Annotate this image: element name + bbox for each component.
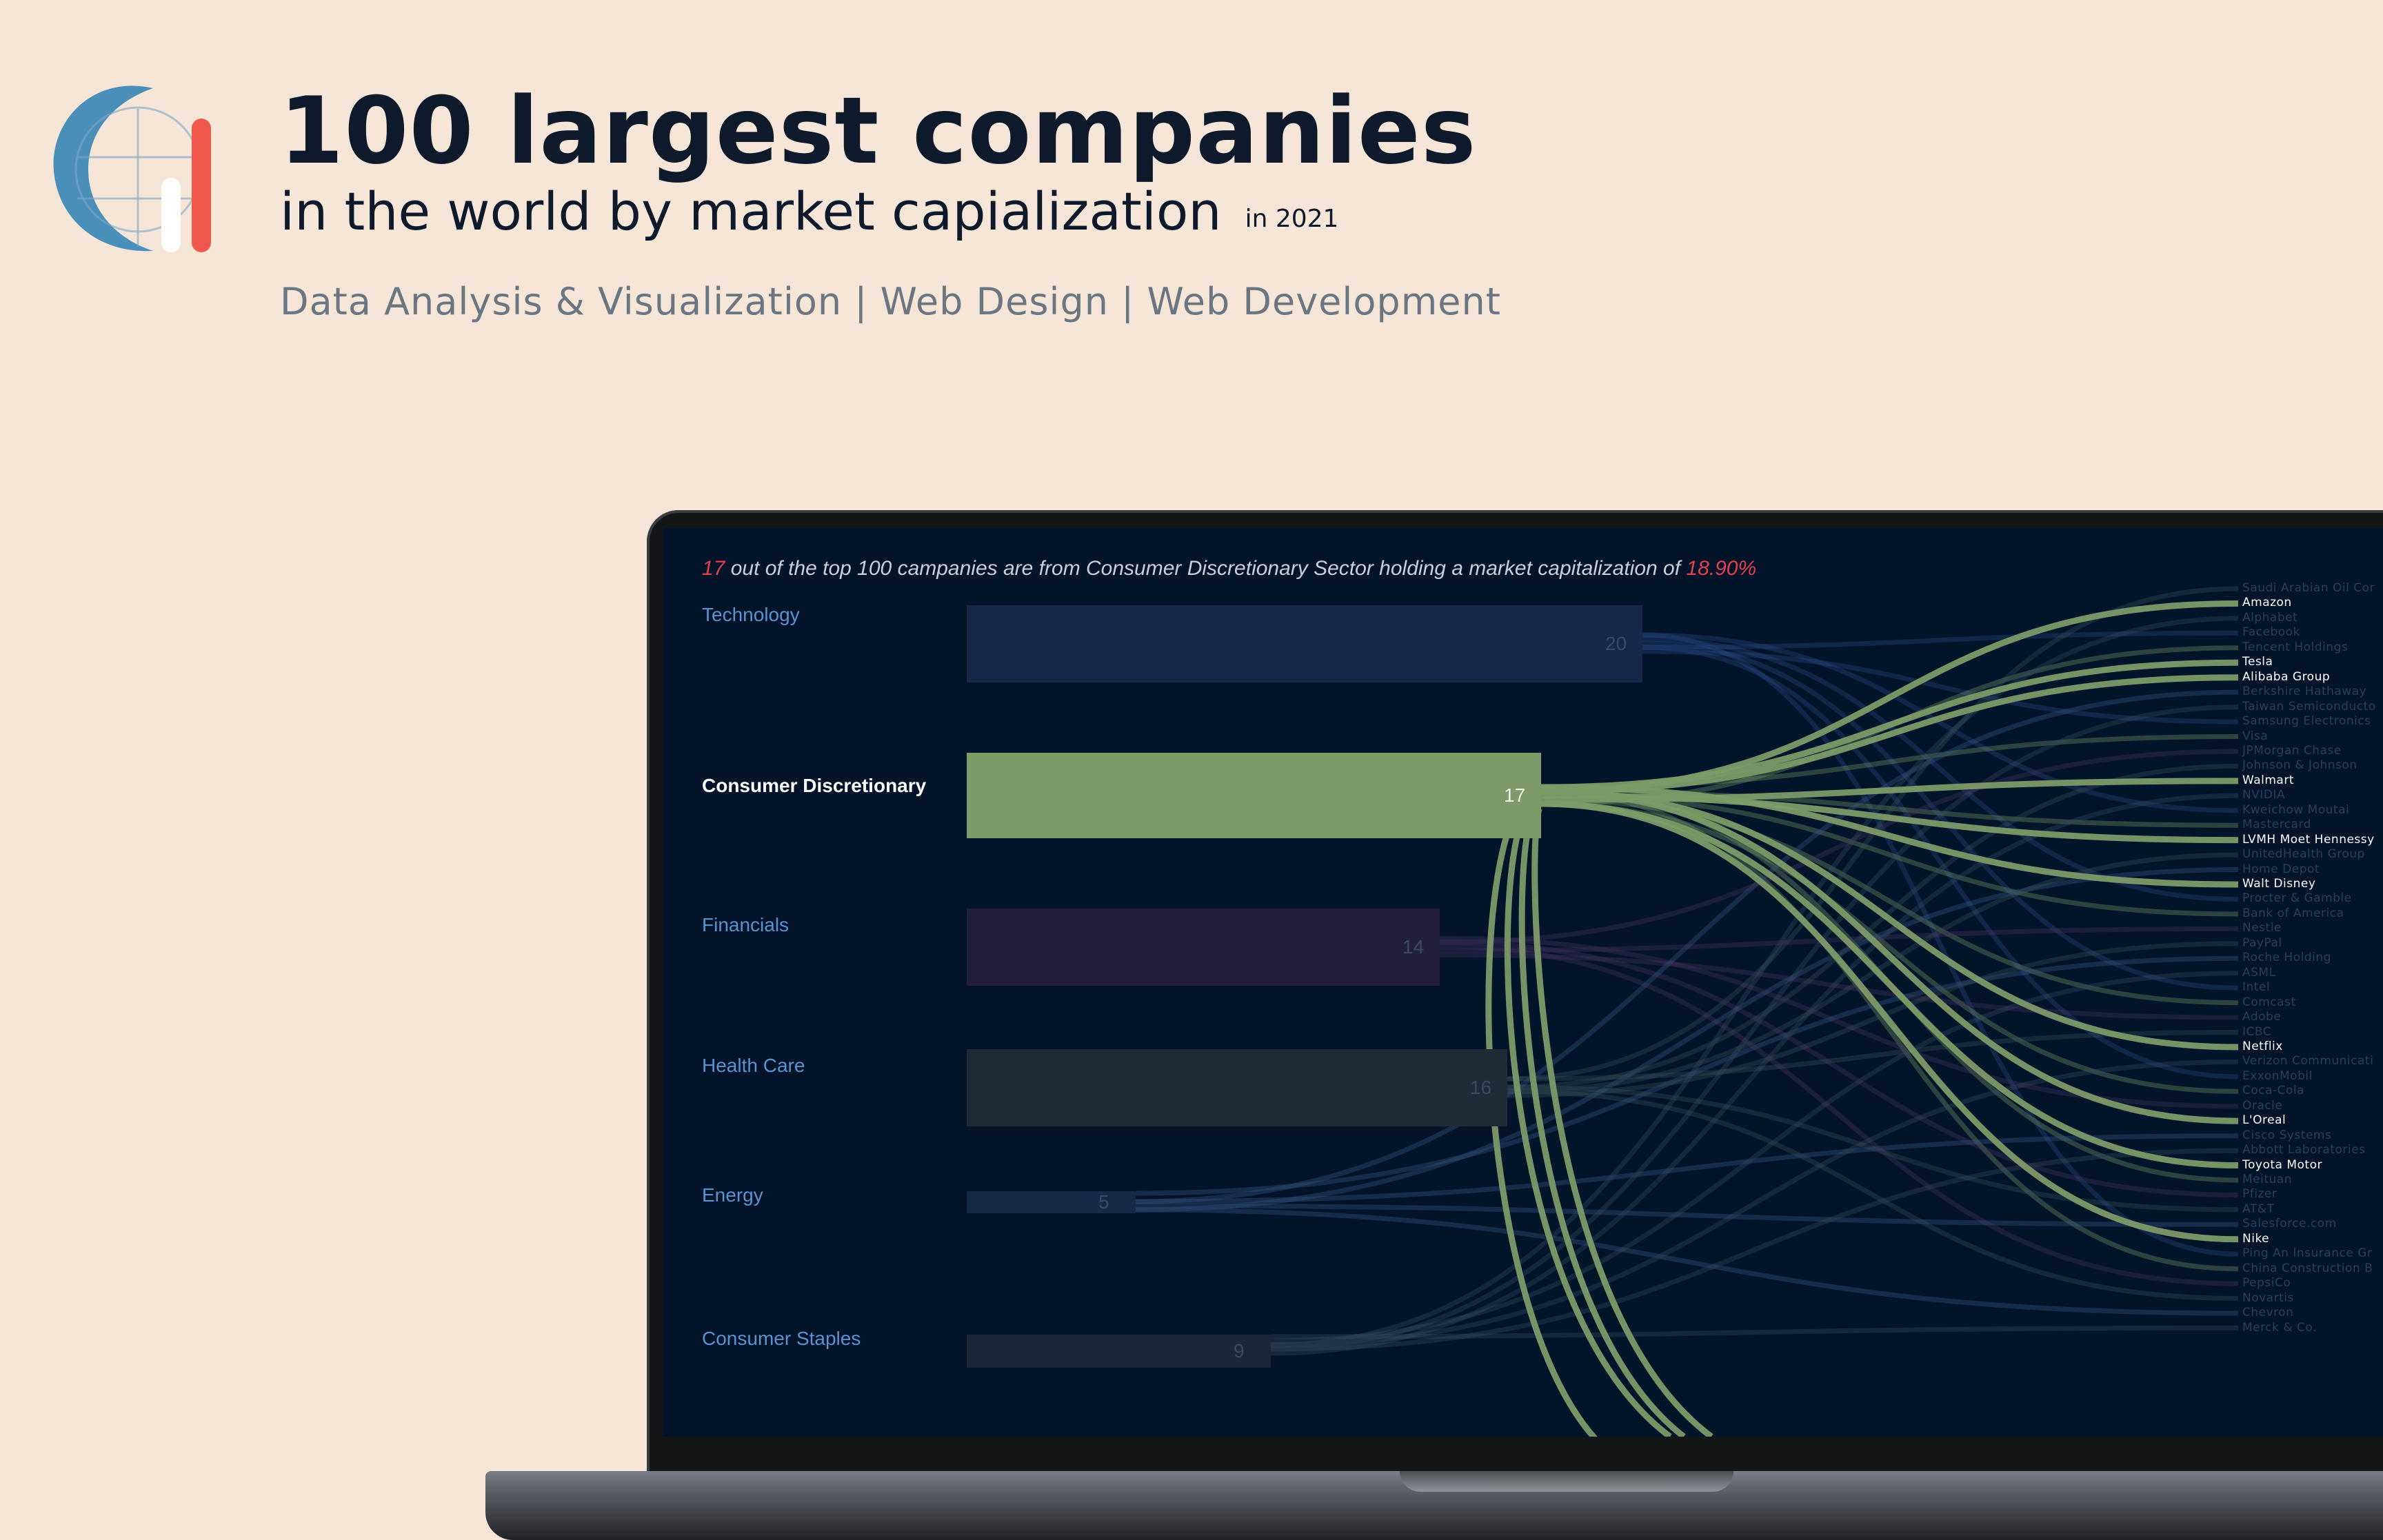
company-label[interactable]: Verizon Communicati [2242,1054,2373,1068]
company-label[interactable]: Saudi Arabian Oil Cor [2242,581,2375,595]
company-label[interactable]: L'Oreal [2242,1113,2286,1127]
company-label[interactable]: Mastercard [2242,818,2311,831]
laptop-notch [1400,1471,1733,1492]
company-label[interactable]: Visa [2242,729,2268,743]
sector-bar[interactable] [967,1335,1271,1368]
company-label[interactable]: Cisco Systems [2242,1128,2331,1142]
subtitle-text: in the world by market capialization [280,181,1222,242]
company-label[interactable]: Samsung Electronics [2242,714,2371,728]
company-label[interactable]: JPMorgan Chase [2242,744,2342,758]
logo-icon [53,85,211,252]
bar-value: 20 [1605,633,1627,654]
bar-value: 5 [1098,1191,1109,1213]
company-label[interactable]: Walmart [2242,773,2294,787]
company-label[interactable]: Taiwan Semiconducto [2242,700,2376,713]
company-label[interactable]: LVMH Moet Hennessy [2242,833,2375,847]
sector-bar[interactable] [967,605,1642,682]
sector-label[interactable]: Consumer Discretionary [702,775,926,797]
company-label[interactable]: PepsiCo [2242,1276,2291,1290]
sankey-chart [967,586,2239,1437]
company-label[interactable]: Novartis [2242,1291,2294,1305]
company-label[interactable]: Alibaba Group [2242,670,2330,684]
sector-label[interactable]: Energy [702,1184,763,1206]
company-label[interactable]: Ping An Insurance Gr [2242,1246,2372,1260]
company-label[interactable]: Chevron [2242,1306,2293,1319]
company-label[interactable]: Comcast [2242,995,2296,1009]
company-label[interactable]: NVIDIA [2242,788,2285,802]
company-label[interactable]: Abbott Laboratories [2242,1143,2365,1157]
company-label[interactable]: Kweichow Moutai [2242,803,2349,817]
company-label[interactable]: Home Depot [2242,862,2320,876]
company-label[interactable]: Johnson & Johnson [2242,758,2357,772]
company-label[interactable]: ICBC [2242,1025,2271,1039]
sector-label[interactable]: Consumer Staples [702,1328,861,1350]
sector-label[interactable]: Health Care [702,1055,805,1077]
company-label[interactable]: Merck & Co. [2242,1321,2317,1335]
company-label[interactable]: Meituan [2242,1173,2292,1186]
company-label[interactable]: PayPal [2242,936,2282,950]
company-label[interactable]: Salesforce.com [2242,1217,2337,1230]
company-label[interactable]: AT&T [2242,1202,2274,1216]
company-label[interactable]: ExxonMobil [2242,1069,2313,1083]
company-label[interactable]: Amazon [2242,596,2292,609]
bar-value: 14 [1402,936,1425,958]
page-title: 100 largest companies [279,77,1477,185]
page-subtitle: in the world by market capialization in 2… [280,181,1338,242]
company-label[interactable]: ASML [2242,966,2276,980]
company-label[interactable]: Nike [2242,1232,2269,1246]
company-label[interactable]: Walt Disney [2242,877,2315,891]
company-label[interactable]: China Construction B [2242,1262,2373,1275]
company-label[interactable]: Berkshire Hathaway [2242,685,2366,698]
company-label[interactable]: Netflix [2242,1040,2283,1053]
company-label[interactable]: Bank of America [2242,906,2344,920]
company-label[interactable]: Tencent Holdings [2242,640,2348,654]
subtitle-year: in 2021 [1245,205,1339,233]
company-label[interactable]: Pfizer [2242,1187,2277,1201]
company-label[interactable]: Nestle [2242,921,2282,935]
company-label[interactable]: Tesla [2242,655,2273,669]
company-label[interactable]: Facebook [2242,625,2300,639]
company-label[interactable]: Roche Holding [2242,951,2331,964]
bar-value: 17 [1504,784,1526,806]
tagline: Data Analysis & Visualization | Web Desi… [280,280,1501,323]
company-label[interactable]: Procter & Gamble [2242,891,2352,905]
sector-bar[interactable] [967,1049,1507,1126]
sector-label[interactable]: Financials [702,914,789,936]
sector-label[interactable]: Technology [702,604,800,626]
company-label[interactable]: Adobe [2242,1010,2281,1024]
company-label[interactable]: Alphabet [2242,611,2297,625]
company-label[interactable]: Toyota Motor [2242,1158,2322,1172]
company-label[interactable]: Oracle [2242,1099,2282,1113]
sector-bar[interactable] [967,753,1541,838]
company-label[interactable]: UnitedHealth Group [2242,847,2365,861]
company-label[interactable]: Intel [2242,980,2270,994]
laptop-screen: 17 out of the top 100 campanies are from… [663,528,2383,1437]
bar-value: 16 [1470,1077,1492,1098]
sector-bar[interactable] [967,1191,1136,1213]
sector-bar[interactable] [967,909,1440,986]
bar-value: 9 [1234,1340,1245,1361]
company-label[interactable]: Coca-Cola [2242,1084,2304,1097]
